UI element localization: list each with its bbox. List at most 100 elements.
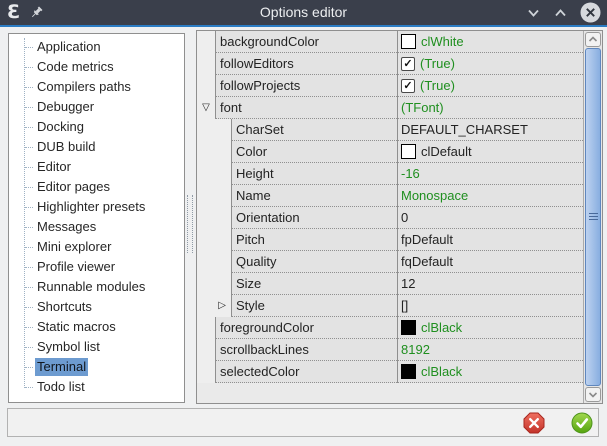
property-value[interactable]: clWhite xyxy=(397,31,583,53)
property-row-size[interactable]: Size 12 xyxy=(197,273,583,295)
sidebar-item-label: Messages xyxy=(35,218,98,236)
sidebar-item-label: Static macros xyxy=(35,318,118,336)
sidebar-item-editor[interactable]: Editor xyxy=(9,157,184,177)
sidebar-item-compilers-paths[interactable]: Compilers paths xyxy=(9,77,184,97)
property-row-foregroundcolor[interactable]: foregroundColorclBlack xyxy=(197,317,583,339)
property-row-quality[interactable]: QualityfqDefault xyxy=(197,251,583,273)
property-value[interactable]: ✓(True) xyxy=(397,75,583,97)
property-row-selectedcolor[interactable]: selectedColor clBlack xyxy=(197,361,583,383)
property-value-text: clWhite xyxy=(421,34,464,49)
property-value[interactable]: 8192 xyxy=(397,339,583,361)
sidebar-item-mini-explorer[interactable]: Mini explorer xyxy=(9,237,184,257)
expander-open-icon[interactable]: ▽ xyxy=(202,103,210,113)
property-value-text: clBlack xyxy=(421,364,462,379)
sidebar-item-dub-build[interactable]: DUB build xyxy=(9,137,184,157)
property-value[interactable]: fqDefault xyxy=(397,251,583,273)
sidebar-item-debugger[interactable]: Debugger xyxy=(9,97,184,117)
property-value[interactable]: [] xyxy=(397,295,583,317)
property-value-text: clDefault xyxy=(421,144,472,159)
property-name[interactable]: Quality xyxy=(231,251,397,273)
sidebar-item-messages[interactable]: Messages xyxy=(9,217,184,237)
sidebar-item-static-macros[interactable]: Static macros xyxy=(9,317,184,337)
sidebar-item-profile-viewer[interactable]: Profile viewer xyxy=(9,257,184,277)
splitter-handle[interactable] xyxy=(187,195,193,253)
value-checkbox[interactable]: ✓ xyxy=(401,79,415,93)
sidebar-item-symbol-list[interactable]: Symbol list xyxy=(9,337,184,357)
row-gutter xyxy=(197,185,231,207)
row-gutter xyxy=(197,317,215,339)
property-name[interactable]: Name xyxy=(231,185,397,207)
property-name[interactable]: Style xyxy=(231,295,397,317)
property-value[interactable]: DEFAULT_CHARSET xyxy=(397,119,583,141)
sidebar-item-application[interactable]: Application xyxy=(9,37,184,57)
property-value-text: fpDefault xyxy=(401,232,453,247)
property-value[interactable]: fpDefault xyxy=(397,229,583,251)
pin-icon[interactable] xyxy=(29,5,44,20)
tree-branch-line xyxy=(25,347,33,348)
property-name[interactable]: scrollbackLines xyxy=(215,339,397,361)
property-row-name[interactable]: NameMonospace xyxy=(197,185,583,207)
value-checkbox[interactable]: ✓ xyxy=(401,57,415,71)
property-row-style[interactable]: ▷ Style[] xyxy=(197,295,583,317)
sidebar-item-shortcuts[interactable]: Shortcuts xyxy=(9,297,184,317)
accept-button[interactable] xyxy=(571,412,593,434)
property-value[interactable]: 0 xyxy=(397,207,583,229)
property-value[interactable]: clDefault xyxy=(397,141,583,163)
cancel-x-icon xyxy=(523,412,545,434)
property-row-followprojects[interactable]: followProjects✓(True) xyxy=(197,75,583,97)
property-name[interactable]: CharSet xyxy=(231,119,397,141)
sidebar-item-docking[interactable]: Docking xyxy=(9,117,184,137)
property-value[interactable]: -16 xyxy=(397,163,583,185)
chevron-down-icon[interactable] xyxy=(526,7,541,19)
property-value[interactable]: clBlack xyxy=(397,317,583,339)
property-name[interactable]: selectedColor xyxy=(215,361,397,383)
sidebar-item-label: Symbol list xyxy=(35,338,102,356)
property-value[interactable]: (TFont) xyxy=(397,97,583,119)
property-row-scrollbacklines[interactable]: scrollbackLines8192 xyxy=(197,339,583,361)
close-icon[interactable] xyxy=(580,2,601,23)
property-value[interactable]: Monospace xyxy=(397,185,583,207)
property-name[interactable]: Height xyxy=(231,163,397,185)
property-name[interactable]: backgroundColor xyxy=(215,31,397,53)
property-row-orientation[interactable]: Orientation0 xyxy=(197,207,583,229)
titlebar: Ɛ Options editor xyxy=(0,0,607,27)
chevron-up-icon[interactable] xyxy=(553,7,568,19)
sidebar-item-label: Profile viewer xyxy=(35,258,117,276)
sidebar-item-terminal[interactable]: Terminal xyxy=(9,357,184,377)
expander-closed-icon[interactable]: ▷ xyxy=(218,301,226,311)
sidebar-item-code-metrics[interactable]: Code metrics xyxy=(9,57,184,77)
row-gutter xyxy=(197,53,215,75)
property-name[interactable]: Orientation xyxy=(231,207,397,229)
sidebar-item-todo-list[interactable]: Todo list xyxy=(9,377,184,397)
property-row-pitch[interactable]: Pitch fpDefault xyxy=(197,229,583,251)
vertical-scrollbar[interactable] xyxy=(583,31,602,403)
property-row-font[interactable]: ▽ font(TFont) xyxy=(197,97,583,119)
property-name[interactable]: followProjects xyxy=(215,75,397,97)
cancel-button[interactable] xyxy=(523,412,545,434)
tree-branch-line xyxy=(25,387,33,388)
property-row-color[interactable]: Color clDefault xyxy=(197,141,583,163)
scrollbar-down-icon[interactable] xyxy=(585,387,601,402)
property-value[interactable]: clBlack xyxy=(397,361,583,383)
property-row-charset[interactable]: CharSetDEFAULT_CHARSET xyxy=(197,119,583,141)
property-row-backgroundcolor[interactable]: backgroundColor clWhite xyxy=(197,31,583,53)
property-value[interactable]: ✓(True) xyxy=(397,53,583,75)
property-name[interactable]: Size xyxy=(231,273,397,295)
property-name[interactable]: followEditors xyxy=(215,53,397,75)
property-row-followeditors[interactable]: followEditors✓(True) xyxy=(197,53,583,75)
scrollbar-up-icon[interactable] xyxy=(585,32,601,47)
property-name[interactable]: foregroundColor xyxy=(215,317,397,339)
sidebar-item-highlighter-presets[interactable]: Highlighter presets xyxy=(9,197,184,217)
sidebar-item-label: Editor pages xyxy=(35,178,112,196)
property-name[interactable]: Pitch xyxy=(231,229,397,251)
property-value[interactable]: 12 xyxy=(397,273,583,295)
sidebar-item-label: Debugger xyxy=(35,98,96,116)
sidebar-item-label: Mini explorer xyxy=(35,238,113,256)
scrollbar-thumb[interactable] xyxy=(585,48,601,386)
property-name[interactable]: Color xyxy=(231,141,397,163)
property-row-height[interactable]: Height-16 xyxy=(197,163,583,185)
property-value-text: 12 xyxy=(401,276,415,291)
property-name[interactable]: font xyxy=(215,97,397,119)
sidebar-item-runnable-modules[interactable]: Runnable modules xyxy=(9,277,184,297)
sidebar-item-editor-pages[interactable]: Editor pages xyxy=(9,177,184,197)
